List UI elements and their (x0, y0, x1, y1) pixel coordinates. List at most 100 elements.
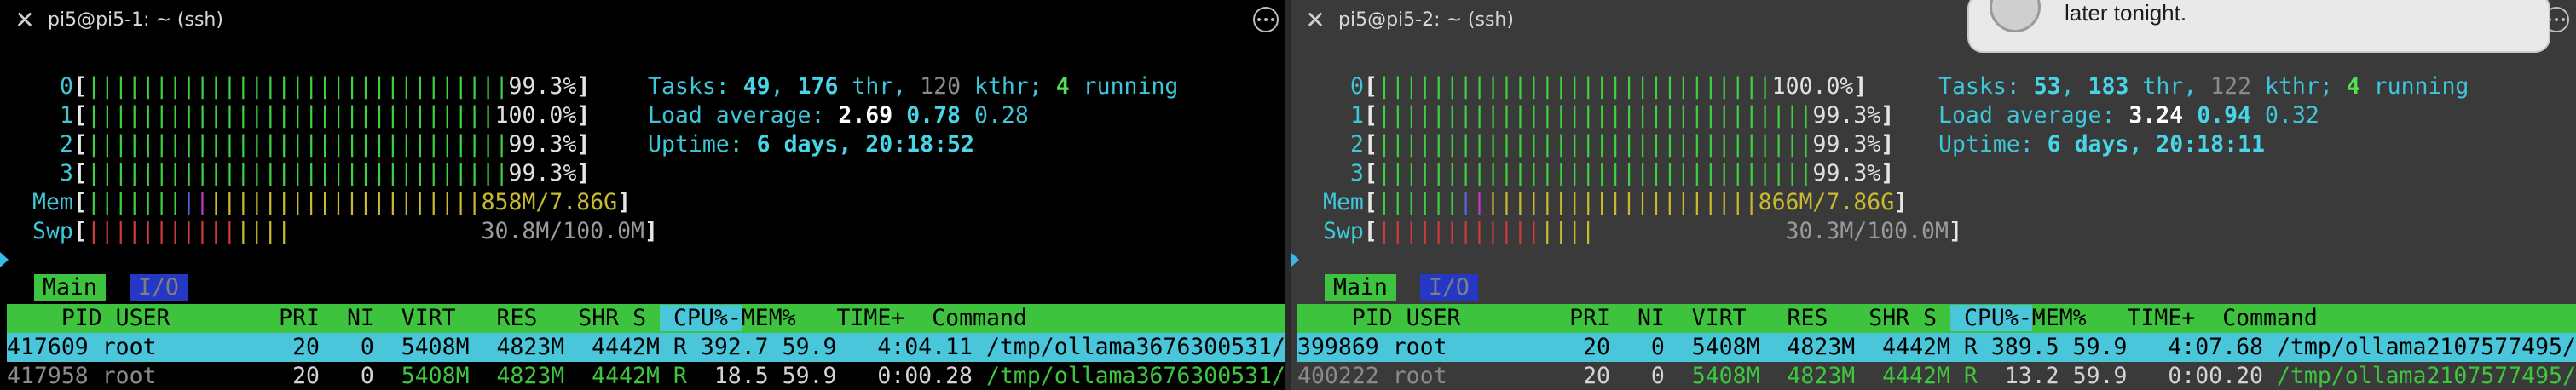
meter-text: |||| (236, 218, 292, 244)
col-mem[interactable]: MEM% (2032, 305, 2128, 331)
col-pri[interactable]: PRI (1569, 305, 1637, 331)
meter-text: running (2359, 73, 2469, 100)
meter-text: 49 (742, 73, 771, 100)
col-virt[interactable]: VIRT (401, 305, 497, 331)
col-shr[interactable]: SHR (1868, 305, 1923, 331)
uptime: Uptime: 6 days, 20:18:52 (648, 130, 974, 159)
meter-text: 120 (920, 73, 962, 100)
col-time[interactable]: TIME+ (836, 305, 932, 331)
meter-text: MEM% (2031, 305, 2087, 331)
uptime: Uptime: 6 days, 20:18:11 (1938, 130, 2265, 159)
meter-text: |||| (1540, 218, 1596, 244)
htop-screen: 0[|||||||||||||||||||||||||||||100.0%] 1… (1291, 0, 2576, 390)
col-pri[interactable]: PRI (279, 305, 347, 331)
notification-banner[interactable]: later tonight. (1967, 0, 2550, 53)
meter-text: [ (1363, 189, 1378, 215)
col-pid[interactable]: PID (7, 305, 116, 331)
meter-text: 176 (797, 73, 839, 100)
meter-text: [ (1363, 160, 1378, 186)
col-user[interactable]: USER (1406, 305, 1569, 331)
process-row-selected[interactable]: 417609 root 20 0 5408M 4823M 4442M R 392… (7, 333, 1285, 362)
process-row-selected[interactable]: 399869 root 20 0 5408M 4823M 4442M R 389… (1297, 333, 2576, 362)
col-res[interactable]: RES (496, 305, 578, 331)
meter-text: PID (61, 305, 102, 331)
tab-io[interactable]: I/O (130, 274, 188, 301)
meter-text: 0.32 (2264, 102, 2319, 129)
process-cell: 20 (1569, 334, 1610, 360)
cpu-meter: 3[||||||||||||||||||||||||||||||||99.3%] (1350, 159, 1894, 188)
meter-text: Uptime: (1938, 131, 2034, 158)
meter-text: Swp (1323, 218, 1364, 244)
tasks-summary: Tasks: 49, 176 thr, 120 kthr; 4 running (648, 72, 1178, 101)
col-pid[interactable]: PID (1297, 305, 1406, 331)
col-s[interactable]: S (1923, 305, 1950, 331)
process-cell: 0 (1623, 363, 1665, 389)
meter-text: thr, (2128, 73, 2198, 100)
meter-text: Load average: (648, 102, 825, 129)
app-icon (1990, 0, 2041, 32)
process-table-header[interactable]: PID USER PRI NI VIRT RES SHR S CPU%-MEM%… (1297, 304, 2576, 333)
process-cell: /tmp/ollama3676300531/runn (985, 363, 1285, 389)
process-cell: 4442M (578, 363, 660, 389)
meter-text: |||||||||||||||||||| (1486, 189, 1759, 215)
meter-text: 30.8M/100.0M (481, 218, 644, 244)
col-ni[interactable]: NI (1637, 305, 1692, 331)
process-cell: 399869 (1297, 334, 1379, 360)
process-cell: 13.2 (1990, 363, 2059, 389)
col-command[interactable]: Command (932, 305, 1027, 331)
process-cell: 0 (332, 334, 374, 360)
process-cell: 4:07.68 (2140, 334, 2263, 360)
process-row[interactable]: 417958 root 20 0 5408M 4823M 4442M R 18.… (7, 362, 1285, 390)
meter-text: ||||||||||| (86, 218, 237, 244)
meter-text: 6 days, 20:18:11 (2047, 131, 2265, 158)
meter-text: Uptime: (648, 131, 743, 158)
col-virt[interactable]: VIRT (1692, 305, 1788, 331)
meter-text: ] (576, 73, 591, 100)
col-mem[interactable]: MEM% (742, 305, 837, 331)
process-cell: 4:04.11 (850, 334, 973, 360)
meter-text: 0.78 (906, 102, 962, 129)
process-cell: 5408M (387, 334, 470, 360)
swap-meter: Swp[||||||||||||||| 30.8M/100.0M] (32, 217, 658, 246)
meter-text: [ (1363, 131, 1378, 158)
process-cell: 389.5 (1990, 334, 2059, 360)
terminal-pane-pi5-1[interactable]: ✕ pi5@pi5-1: ~ (ssh) 0[|||||||||||||||||… (0, 0, 1285, 390)
col-cpu-sorted[interactable]: CPU%- (660, 305, 742, 331)
meter-text: ] (1880, 131, 1895, 158)
meter-text: 122 (2210, 73, 2252, 100)
meter-text: 99.3% (508, 131, 577, 158)
col-res[interactable]: RES (1787, 305, 1868, 331)
process-table-header[interactable]: PID USER PRI NI VIRT RES SHR S CPU%-MEM%… (7, 304, 1285, 333)
meter-text: [ (72, 160, 87, 186)
process-cell: 18.5 (700, 363, 769, 389)
meter-text: |||||||||||||||||||||||||||||||| (1377, 102, 1813, 129)
tab-io[interactable]: I/O (1420, 274, 1478, 301)
tasks-summary: Tasks: 53, 183 thr, 122 kthr; 4 running (1938, 72, 2469, 101)
process-cell: 4823M (482, 363, 565, 389)
meter-text: 1 (1350, 102, 1364, 129)
terminal-pane-pi5-2[interactable]: ✕ pi5@pi5-2: ~ (ssh) 0[|||||||||||||||||… (1291, 0, 2576, 390)
col-time[interactable]: TIME+ (2127, 305, 2222, 331)
col-cpu-sorted[interactable]: CPU%- (1950, 305, 2032, 331)
meter-text: S (1923, 305, 1938, 331)
col-user[interactable]: USER (116, 305, 279, 331)
meter-text: VIRT (401, 305, 456, 331)
col-shr[interactable]: SHR (578, 305, 632, 331)
process-cell: 4823M (1773, 334, 1856, 360)
process-cell: 59.9 (2072, 334, 2128, 360)
process-cell: 4823M (482, 334, 565, 360)
tab-main[interactable]: Main (34, 274, 106, 301)
col-s[interactable]: S (632, 305, 660, 331)
meter-text: 1 (60, 102, 73, 129)
process-cell: 5408M (1678, 363, 1760, 389)
process-cell: R (673, 334, 687, 360)
tab-main[interactable]: Main (1325, 274, 1396, 301)
meter-text: ||||||||||||||||||||||||||||| (1377, 73, 1772, 100)
cpu-meter: 1[||||||||||||||||||||||||||||||||99.3%] (1350, 101, 1894, 130)
meter-text: ] (576, 102, 591, 129)
col-ni[interactable]: NI (347, 305, 401, 331)
meter-text: 0.28 (973, 102, 1029, 129)
process-row[interactable]: 400222 root 20 0 5408M 4823M 4442M R 13.… (1297, 362, 2576, 390)
col-command[interactable]: Command (2222, 305, 2318, 331)
meter-text: ||||||||||||||||||||||||||||||| (86, 160, 509, 186)
